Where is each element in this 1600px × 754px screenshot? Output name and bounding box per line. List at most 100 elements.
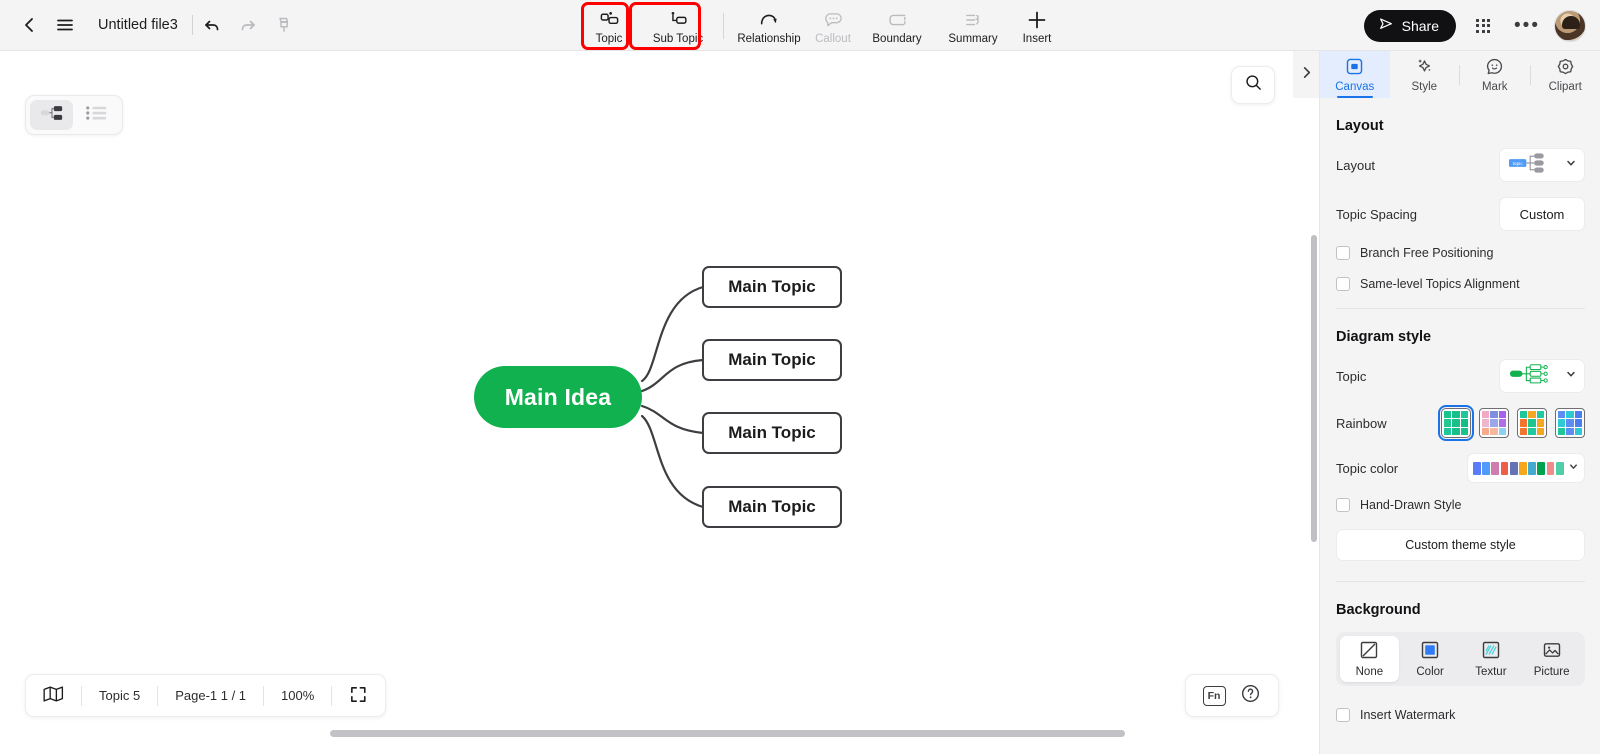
rainbow-swatch-2[interactable] [1479,408,1509,438]
hamburger-menu-button[interactable] [48,8,82,42]
background-option-none[interactable]: None [1340,636,1399,682]
tab-label: Mark [1481,80,1508,93]
none-slash-icon [1360,641,1378,662]
panel-vertical-scrollbar[interactable] [1311,235,1317,542]
format-painter-button[interactable] [267,8,301,42]
topic-spacing-row: Topic Spacing Custom [1336,197,1585,231]
topic-style-dropdown[interactable] [1499,359,1585,393]
checkbox-box [1336,277,1350,291]
svg-text:topic: topic [1513,161,1524,167]
topic-node-label: Main Topic [728,350,816,369]
tool-topic[interactable]: Topic [578,0,640,51]
user-avatar[interactable] [1554,9,1586,42]
grid-apps-icon [1476,18,1490,33]
layout-label: Layout [1336,157,1376,173]
tool-label: Topic [595,32,623,45]
topic-color-palette[interactable] [1467,453,1585,483]
layout-row: Layout topic [1336,148,1585,182]
same-level-alignment-checkbox[interactable]: Same-level Topics Alignment [1336,277,1585,291]
apps-grid-button[interactable] [1466,9,1500,43]
map-overview-icon [43,685,64,706]
topic-node-label: Main Topic [728,277,816,296]
file-title[interactable]: Untitled file3 [84,17,190,33]
callout-icon [823,9,844,31]
branch-free-positioning-checkbox[interactable]: Branch Free Positioning [1336,246,1585,260]
topic-color-row: Topic color [1336,453,1585,483]
redo-button[interactable] [231,8,265,42]
rainbow-swatch-4[interactable] [1555,408,1585,438]
topic-count[interactable]: Topic 5 [82,674,157,717]
tool-relationship[interactable]: Relationship [731,0,807,51]
panel-content: Layout Layout topic Topic Spacing Custom… [1320,98,1600,754]
help-circle-icon [1240,683,1261,709]
function-key-button[interactable]: Fn [1198,680,1230,712]
boundary-icon [887,9,908,31]
tool-insert[interactable]: Insert [1011,0,1063,51]
mindmap-topic-node[interactable]: Main Topic [702,486,842,528]
checkbox-label: Hand-Drawn Style [1360,498,1462,512]
tool-summary[interactable]: Summary [935,0,1011,51]
tool-label: Insert [1022,32,1052,45]
section-divider [1336,581,1585,582]
mindmap-topic-node[interactable]: Main Topic [702,339,842,381]
rainbow-swatch-3[interactable] [1517,408,1547,438]
hand-drawn-style-checkbox[interactable]: Hand-Drawn Style [1336,498,1585,512]
diagram-style-section-title: Diagram style [1336,329,1432,345]
chevron-down-icon [1565,156,1577,174]
page-indicator[interactable]: Page-1 1 / 1 [158,674,263,717]
more-options-button[interactable]: ••• [1510,9,1544,43]
undo-button[interactable] [195,8,229,42]
tool-sub-topic[interactable]: Sub Topic [640,0,716,51]
tab-label: Style [1411,80,1438,93]
map-overview-button[interactable] [26,674,81,717]
tab-canvas[interactable]: Canvas [1320,51,1390,98]
tab-style[interactable]: Style [1390,51,1460,98]
mindmap-branches [640,285,705,509]
mindmap-topic-node[interactable]: Main Topic [702,412,842,454]
chevron-right-icon [1299,65,1314,85]
picture-icon [1543,641,1561,662]
topic-spacing-button[interactable]: Custom [1499,197,1585,231]
divider [191,15,193,35]
insert-watermark-checkbox[interactable]: Insert Watermark [1336,708,1585,722]
checkbox-label: Same-level Topics Alignment [1360,277,1520,291]
tab-mark[interactable]: Mark [1460,51,1530,98]
right-side-panel: Canvas Style Mark Clipart Layout Layout … [1319,51,1600,754]
toolbar-left-group: Untitled file3 [0,8,301,42]
background-option-color[interactable]: Color [1401,636,1460,682]
fullscreen-icon [349,685,368,707]
layout-dropdown[interactable]: topic [1499,148,1585,182]
back-button[interactable] [12,8,46,42]
checkbox-box [1336,498,1350,512]
mindmap-canvas[interactable]: Main Idea Main Topic Main Topic Main Top… [0,51,1293,754]
tool-label: Relationship [737,32,801,45]
mindmap-root-node[interactable]: Main Idea [474,366,642,428]
topic-node-label: Main Topic [728,497,816,516]
rainbow-swatch-1[interactable] [1437,404,1475,442]
sparkle-icon [1415,57,1434,79]
share-label: Share [1401,17,1439,34]
tool-boundary[interactable]: Boundary [859,0,935,51]
tab-label: Canvas [1335,80,1375,93]
mindmap-topic-node[interactable]: Main Topic [702,266,842,308]
zoom-level[interactable]: 100% [264,674,331,717]
tool-callout[interactable]: Callout [807,0,859,51]
fullscreen-button[interactable] [332,674,385,717]
help-button[interactable] [1234,680,1266,712]
canvas-horizontal-scrollbar[interactable] [330,730,1125,737]
topic-spacing-label: Topic Spacing [1336,206,1417,222]
share-button[interactable]: Share [1363,9,1456,42]
background-option-picture[interactable]: Picture [1522,636,1581,682]
send-plane-icon [1378,16,1394,35]
chevron-down-icon [1565,367,1577,385]
custom-theme-style-button[interactable]: Custom theme style [1336,529,1585,561]
tab-clipart[interactable]: Clipart [1531,51,1600,98]
rainbow-swatch-group [1437,404,1585,442]
tool-label: Callout [815,32,851,45]
toolbar-right-group: Share ••• [1363,0,1586,51]
background-option-texture[interactable]: Textur [1462,636,1521,682]
plus-icon [1026,9,1048,31]
canvas-status-bar: Topic 5 Page-1 1 / 1 100% [25,674,387,717]
panel-collapse-button[interactable] [1293,51,1319,98]
root-node-label: Main Idea [504,383,612,410]
